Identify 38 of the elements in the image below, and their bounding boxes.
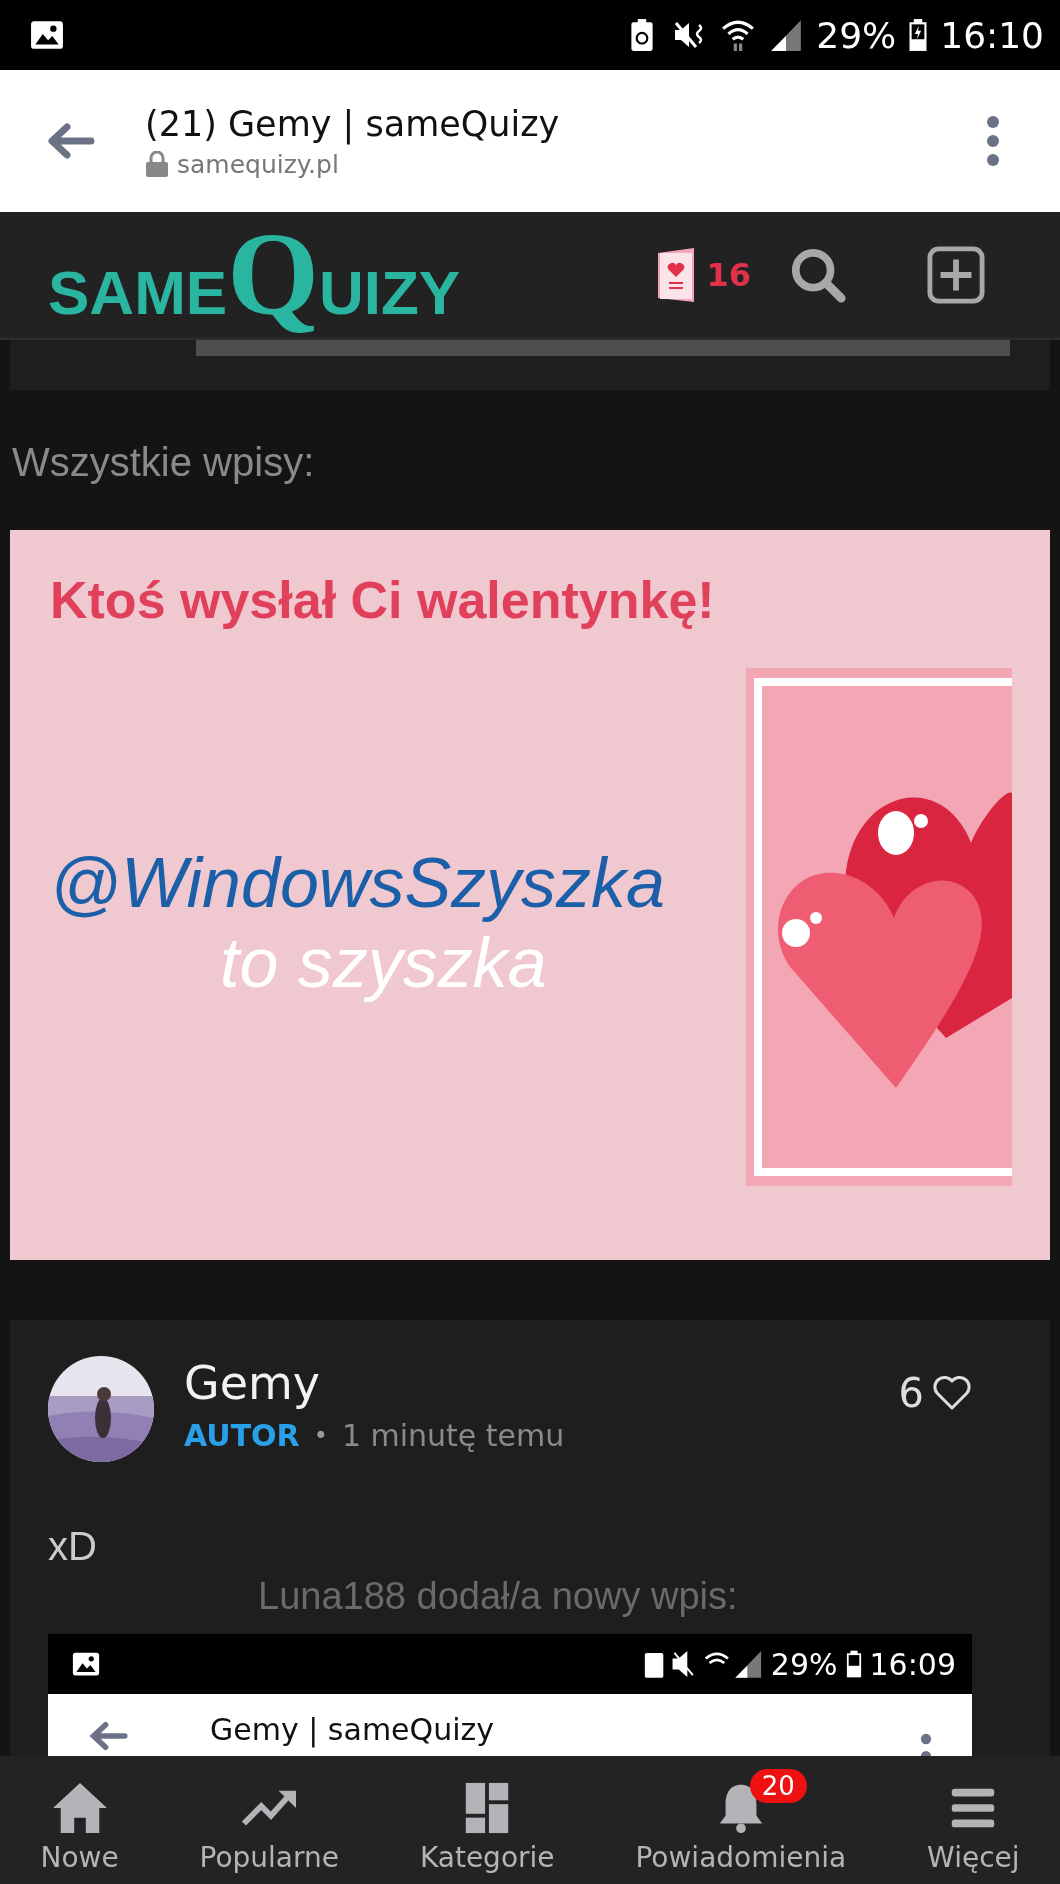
page-title: Gemy | sameQuizy [210, 1712, 496, 1747]
battery-level: 29% [816, 14, 897, 56]
battery-level: 29% [770, 1646, 838, 1682]
heart-icon[interactable] [932, 1375, 972, 1411]
battery-icon [908, 18, 929, 52]
clock: 16:09 [869, 1646, 956, 1682]
add-icon[interactable] [927, 246, 985, 304]
site-logo[interactable]: SAMEQUIZY [48, 216, 461, 334]
post-time: 1 minutę temu [341, 1418, 565, 1453]
valentine-count: 16 [706, 256, 751, 294]
post-text: xD [48, 1524, 98, 1569]
page-url: samequizy.pl [177, 149, 339, 179]
banner-title: Ktoś wysłał Ci walentynkę! [50, 570, 716, 630]
nav-item[interactable]: Nowe [40, 1766, 119, 1874]
author-name[interactable]: Gemy [184, 1356, 899, 1410]
recipient-name: @WindowsSzyszka [50, 843, 667, 923]
battery-icon [845, 1649, 862, 1679]
section-heading: Wszystkie wpisy: [11, 439, 316, 486]
nav-item[interactable]: Popularne [199, 1766, 339, 1874]
lock-icon [145, 151, 169, 177]
clock: 16:10 [940, 14, 1044, 56]
back-icon[interactable] [45, 121, 95, 161]
page-title: (21) Gemy | sameQuizy [145, 103, 561, 144]
like-count: 6 [898, 1370, 924, 1416]
author-role-label: AUTOR [184, 1418, 300, 1453]
nav-item[interactable]: 20 Powiadomienia [635, 1766, 847, 1874]
separator-dot: • [313, 1421, 328, 1450]
valentine-card-icon[interactable] [656, 247, 697, 303]
notification-text: Luna188 dodał/a nowy wpis: [258, 1575, 739, 1618]
wifi-icon [720, 18, 757, 52]
search-icon[interactable] [789, 246, 847, 304]
nav-item[interactable]: Kategorie [419, 1766, 555, 1874]
more-icon[interactable] [986, 116, 1000, 166]
image-icon [72, 1650, 100, 1678]
image-icon [30, 18, 64, 52]
notification-badge: 20 [749, 1768, 807, 1803]
nav-item[interactable]: Więcej [927, 1766, 1020, 1874]
back-icon [88, 1720, 128, 1752]
